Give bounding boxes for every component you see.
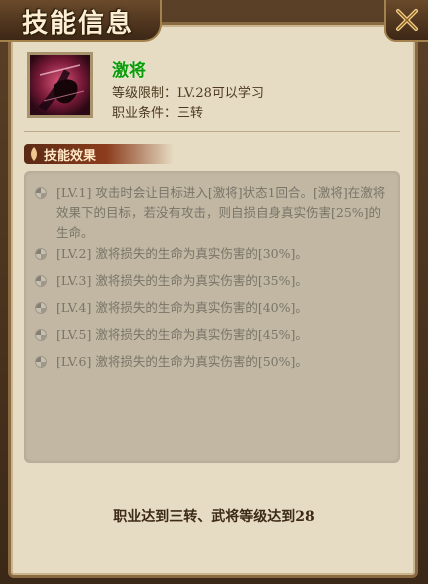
effect-text: [LV.4] 激将损失的生命为真实伤害的[40%]。 [56, 300, 308, 315]
swirl-bullet-icon [35, 329, 47, 341]
title-tab: 技能信息 [0, 0, 162, 42]
skill-icon [27, 52, 93, 118]
divider [24, 131, 400, 132]
requirement-text: 职业达到三转、武将等级达到28 [113, 509, 315, 525]
effect-text: [LV.2] 激将损失的生命为真实伤害的[30%]。 [56, 246, 308, 261]
level-limit: 等级限制：LV.28可以学习 [112, 86, 264, 101]
close-button[interactable] [384, 0, 428, 42]
section-header-skill-effects: 技能效果 [24, 144, 174, 164]
skill-name: 激将 [112, 61, 146, 81]
window-frame: 技能信息 激将 等级限制：LV.28可以学习 职业条件：三转 技能效果 [LV.… [0, 0, 428, 584]
effect-item-lv5: [LV.5] 激将损失的生命为真实伤害的[45%]。 [34, 325, 390, 345]
effect-item-lv6: [LV.6] 激将损失的生命为真实伤害的[50%]。 [34, 352, 390, 372]
section-title: 技能效果 [44, 149, 97, 164]
effects-list: [LV.1] 攻击时会让目标进入[激将]状态1回合。[激将]在激将效果下的目标，… [24, 171, 400, 463]
swirl-bullet-icon [35, 302, 47, 314]
effect-text: [LV.3] 激将损失的生命为真实伤害的[35%]。 [56, 273, 308, 288]
leaf-icon [31, 147, 37, 161]
effect-text: [LV.5] 激将损失的生命为真实伤害的[45%]。 [56, 327, 308, 342]
swirl-bullet-icon [35, 275, 47, 287]
effect-text: [LV.6] 激将损失的生命为真实伤害的[50%]。 [56, 354, 308, 369]
swirl-bullet-icon [35, 356, 47, 368]
window-title: 技能信息 [22, 9, 135, 39]
swirl-bullet-icon [35, 248, 47, 260]
crossed-swords-icon [396, 9, 418, 31]
effect-item-lv1: [LV.1] 攻击时会让目标进入[激将]状态1回合。[激将]在激将效果下的目标，… [34, 183, 390, 243]
fist-strike-icon [30, 55, 90, 115]
effect-text: [LV.1] 攻击时会让目标进入[激将]状态1回合。[激将]在激将效果下的目标，… [56, 185, 386, 240]
job-condition: 职业条件：三转 [112, 106, 204, 121]
effect-item-lv3: [LV.3] 激将损失的生命为真实伤害的[35%]。 [34, 271, 390, 291]
effect-item-lv4: [LV.4] 激将损失的生命为真实伤害的[40%]。 [34, 298, 390, 318]
swirl-bullet-icon [35, 187, 47, 199]
effect-item-lv2: [LV.2] 激将损失的生命为真实伤害的[30%]。 [34, 244, 390, 264]
